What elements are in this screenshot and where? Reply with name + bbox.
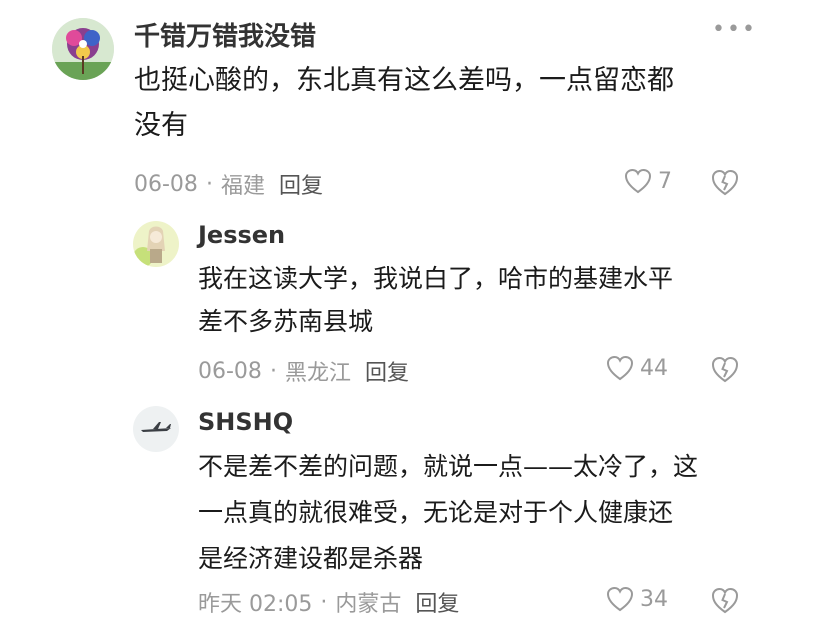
comment-location: 黑龙江 [284,361,351,386]
comment-meta: 06-08 · 福建 回复 [134,168,323,200]
comment-text: 不是差不差的问题，就说一点——太冷了，这 一点真的就很难受，无论是对于个人健康还… [198,444,698,582]
comment-date: 昨天 02:05 [198,592,313,617]
heart-outline-icon [624,168,652,194]
reply-button[interactable]: 回复 [415,586,459,618]
more-dots-icon[interactable]: ••• [712,19,757,41]
reply-button[interactable]: 回复 [365,355,409,387]
comment-meta: 06-08 · 黑龙江 回复 [198,355,409,387]
dislike-button[interactable] [710,168,740,200]
like-count: 7 [658,168,672,194]
avatar[interactable] [133,406,179,452]
comment-date: 06-08 [134,171,198,197]
avatar-image [133,406,179,452]
comment-text: 也挺心酸的，东北真有这么差吗，一点留恋都 没有 [134,58,674,148]
like-button[interactable]: 44 [606,355,668,381]
avatar-image [52,18,114,80]
comment-location: 内蒙古 [335,592,402,617]
username[interactable]: 千错万错我没错 [134,16,316,53]
avatar[interactable] [52,18,114,80]
comment-text-line: 一点真的就很难受，无论是对于个人健康还 [198,498,674,527]
like-count: 34 [640,586,668,612]
heart-outline-icon [606,355,634,381]
meta-separator: · [205,171,213,197]
username[interactable]: Jessen [198,221,285,249]
comment-text: 我在这读大学，我说白了，哈市的基建水平 差不多苏南县城 [198,257,673,343]
meta-separator: · [320,589,328,615]
comment-text-line: 也挺心酸的，东北真有这么差吗，一点留恋都 [134,65,674,96]
like-button[interactable]: 7 [624,168,672,194]
comment-meta: 昨天 02:05 · 内蒙古 回复 [198,586,459,618]
meta-separator: · [269,358,277,384]
broken-heart-icon [711,169,739,196]
comment-text-line: 是经济建设都是杀器 [198,544,424,573]
reply-button[interactable]: 回复 [279,168,323,200]
comment-date: 06-08 [198,358,262,384]
comment-text-line: 我在这读大学，我说白了，哈市的基建水平 [198,264,674,293]
avatar-image [133,221,179,267]
broken-heart-icon [711,356,739,383]
broken-heart-icon [711,587,739,614]
dislike-button[interactable] [710,355,740,387]
comment-item: 千错万错我没错 ••• 也挺心酸的，东北真有这么差吗，一点留恋都 没有 06-0… [0,0,832,205]
comment-text-line: 差不多苏南县城 [198,307,374,336]
username[interactable]: SHSHQ [198,408,293,436]
comment-text-line: 不是差不差的问题，就说一点——太冷了，这 [198,452,699,481]
comment-text-line: 没有 [134,110,188,141]
dislike-button[interactable] [710,586,740,618]
like-count: 44 [640,355,668,381]
avatar[interactable] [133,221,179,267]
reply-item: SHSHQ 不是差不差的问题，就说一点——太冷了，这 一点真的就很难受，无论是对… [0,390,832,628]
like-button[interactable]: 34 [606,586,668,612]
comment-location: 福建 [220,174,265,199]
reply-item: Jessen 我在这读大学，我说白了，哈市的基建水平 差不多苏南县城 06-08… [0,205,832,390]
heart-outline-icon [606,586,634,612]
